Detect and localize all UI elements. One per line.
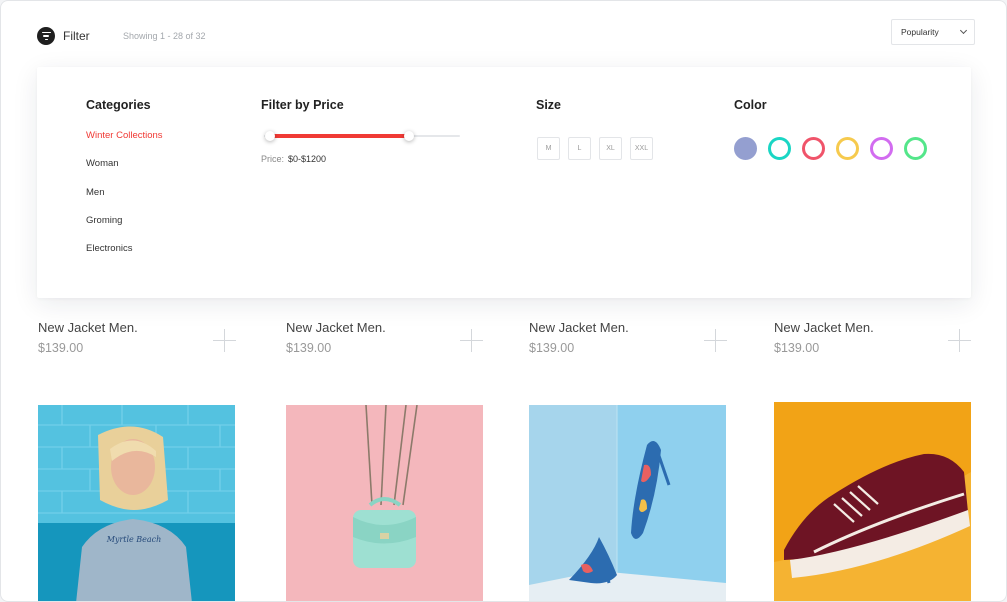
sweatshirt-print-text: Myrtle Beach	[106, 535, 162, 544]
categories-title: Categories	[86, 98, 151, 112]
price-value: $0-$1200	[288, 154, 327, 164]
size-options: M L XL XXL	[537, 137, 653, 160]
product-image-burgundy-sneaker[interactable]	[774, 402, 971, 601]
filter-toggle-button[interactable]: Filter	[37, 27, 90, 45]
filter-panel: Categories Winter Collections Woman Men …	[37, 67, 971, 298]
product-price: $139.00	[529, 341, 575, 355]
color-swatch-coral[interactable]	[802, 137, 825, 160]
add-to-cart-icon[interactable]	[460, 329, 483, 352]
size-option-xxl[interactable]: XXL	[630, 137, 653, 160]
size-option-xl[interactable]: XL	[599, 137, 622, 160]
price-prefix: Price:	[261, 154, 285, 164]
color-swatch-green[interactable]	[904, 137, 927, 160]
product-name[interactable]: New Jacket Men.	[774, 320, 974, 335]
product-price: $139.00	[286, 341, 332, 355]
size-title: Size	[536, 98, 562, 112]
price-max-handle[interactable]	[404, 131, 415, 141]
product-card-1[interactable]: New Jacket Men. $139.00	[38, 320, 238, 355]
product-price: $139.00	[774, 341, 820, 355]
color-title: Color	[734, 98, 767, 112]
sort-selected-value: Popularity	[901, 27, 939, 37]
category-item-men[interactable]: Men	[86, 187, 163, 215]
product-image-woman-sweatshirt[interactable]: Myrtle Beach	[38, 405, 235, 601]
color-swatch-lavender[interactable]	[734, 137, 757, 160]
add-to-cart-icon[interactable]	[948, 329, 971, 352]
price-range-fill	[269, 134, 410, 138]
category-item-winter-collections[interactable]: Winter Collections	[86, 130, 163, 158]
price-range-slider[interactable]	[264, 131, 460, 141]
color-options	[734, 137, 927, 160]
color-swatch-teal[interactable]	[768, 137, 791, 160]
product-name[interactable]: New Jacket Men.	[38, 320, 238, 335]
category-item-electronics[interactable]: Electronics	[86, 243, 163, 271]
add-to-cart-icon[interactable]	[213, 329, 236, 352]
panel-pointer	[45, 59, 61, 67]
product-image-mint-handbag[interactable]	[286, 405, 483, 601]
size-option-m[interactable]: M	[537, 137, 560, 160]
results-count: Showing 1 - 28 of 32	[123, 31, 206, 41]
color-swatch-violet[interactable]	[870, 137, 893, 160]
color-swatch-yellow[interactable]	[836, 137, 859, 160]
product-listing-page: Filter Showing 1 - 28 of 32 Popularity C…	[0, 0, 1007, 602]
sort-select[interactable]: Popularity	[891, 19, 975, 45]
add-to-cart-icon[interactable]	[704, 329, 727, 352]
filter-icon	[37, 27, 55, 45]
product-card-4[interactable]: New Jacket Men. $139.00	[774, 320, 974, 355]
price-filter-title: Filter by Price	[261, 98, 344, 112]
size-option-l[interactable]: L	[568, 137, 591, 160]
category-item-woman[interactable]: Woman	[86, 158, 163, 186]
category-item-groming[interactable]: Groming	[86, 215, 163, 243]
price-min-handle[interactable]	[264, 131, 275, 141]
filter-label: Filter	[63, 29, 90, 43]
product-image-floral-heels[interactable]	[529, 405, 726, 601]
product-card-2[interactable]: New Jacket Men. $139.00	[286, 320, 486, 355]
category-list: Winter Collections Woman Men Groming Ele…	[86, 130, 163, 271]
product-card-3[interactable]: New Jacket Men. $139.00	[529, 320, 729, 355]
product-name[interactable]: New Jacket Men.	[286, 320, 486, 335]
product-price: $139.00	[38, 341, 84, 355]
price-readout: Price: $0-$1200	[261, 154, 326, 164]
product-name[interactable]: New Jacket Men.	[529, 320, 729, 335]
chevron-down-icon	[959, 26, 968, 35]
